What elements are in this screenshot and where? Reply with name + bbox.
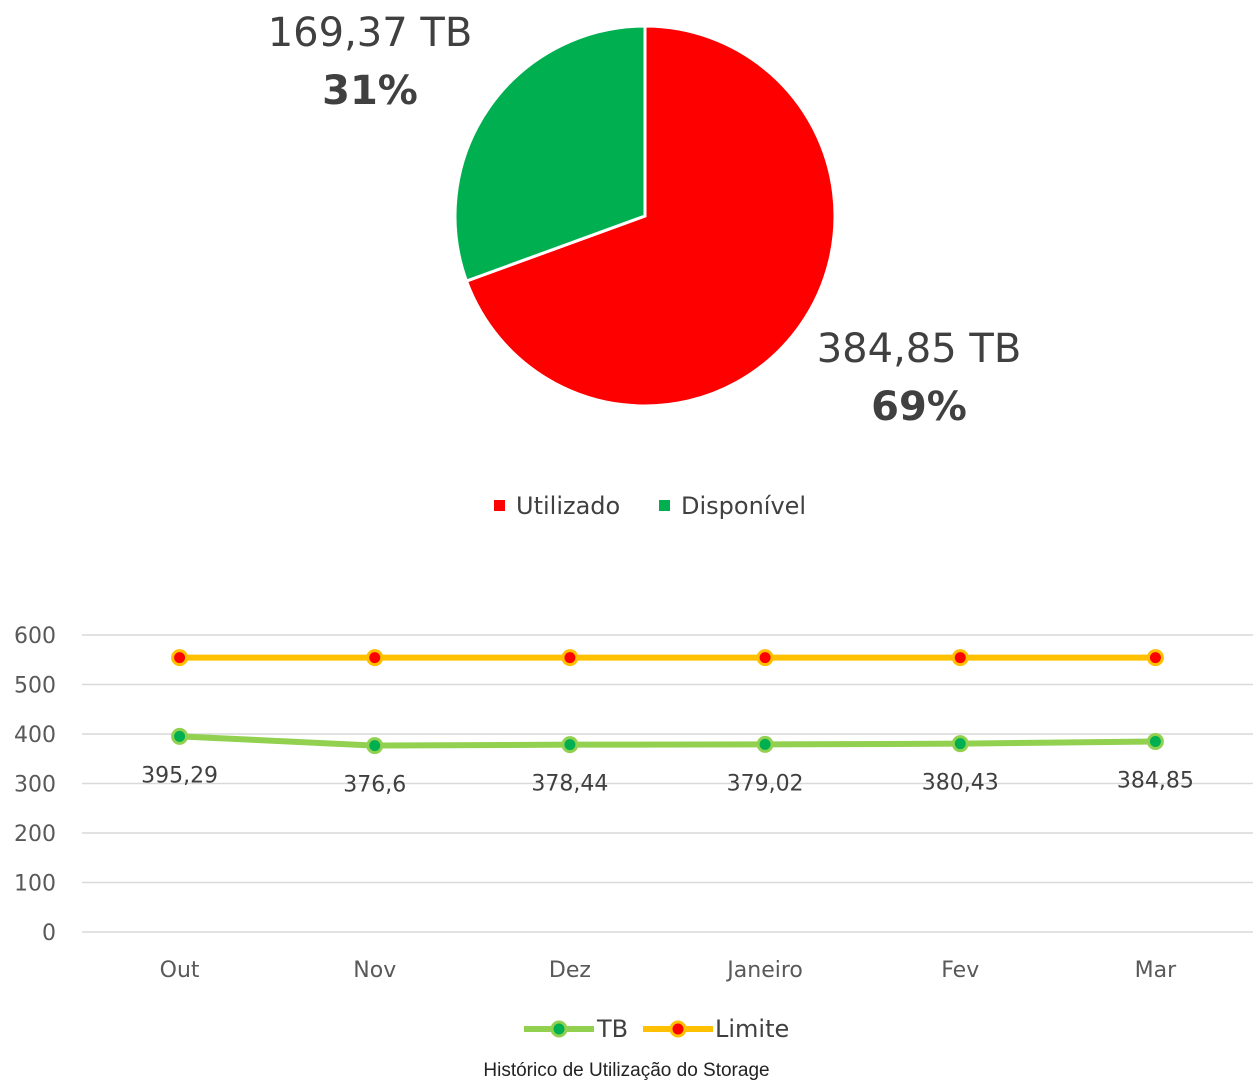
line-chart-series [171, 649, 1164, 755]
line-chart-gridlines [82, 634, 1253, 933]
pie-label-utilizado-value: 384,85 TB [817, 326, 1022, 372]
series-point-limite [951, 649, 969, 667]
y-tick-label: 400 [14, 723, 56, 748]
x-tick-label: Dez [549, 958, 591, 983]
legend-marker-tb [550, 1020, 568, 1038]
data-label-tb: 378,44 [531, 772, 608, 797]
legend-swatch-disponivel [659, 500, 670, 511]
data-label-tb: 380,43 [922, 771, 999, 796]
x-tick-label: Fev [941, 958, 979, 983]
legend-label-tb: TB [596, 1015, 628, 1043]
data-label-tb: 376,6 [343, 773, 406, 798]
legend-label-limite: Limite [715, 1015, 789, 1043]
legend-marker-limite [669, 1020, 687, 1038]
y-tick-label: 0 [42, 921, 56, 946]
series-point-limite [366, 649, 384, 667]
x-tick-label: Mar [1135, 958, 1177, 983]
series-point-limite [1146, 649, 1164, 667]
x-tick-label: Nov [353, 958, 396, 983]
line-legend: TB Limite [524, 1015, 789, 1043]
pie-label-disponivel-value: 169,37 TB [268, 10, 473, 56]
y-tick-label: 600 [14, 624, 56, 649]
chart-caption: Histórico de Utilização do Storage [483, 1060, 770, 1081]
pie-label-disponivel-percent: 31% [322, 68, 418, 114]
series-point-limite [561, 649, 579, 667]
series-line-tb [179, 733, 1156, 749]
x-tick-label: Janeiro [725, 958, 803, 983]
pie-legend: Utilizado Disponível [494, 492, 806, 520]
series-point-tb [171, 727, 189, 745]
y-tick-label: 300 [14, 773, 56, 798]
legend-label-utilizado: Utilizado [516, 492, 620, 520]
x-tick-label: Out [160, 958, 200, 983]
series-point-limite [171, 649, 189, 667]
pie-label-utilizado-percent: 69% [871, 384, 967, 430]
pie-chart [453, 24, 837, 408]
series-point-tb [951, 735, 969, 753]
series-point-tb [1146, 732, 1164, 750]
legend-label-disponivel: Disponível [681, 492, 806, 520]
data-label-tb: 395,29 [141, 763, 218, 788]
series-point-tb [561, 736, 579, 754]
data-label-tb: 384,85 [1117, 768, 1194, 793]
storage-charts: 169,37 TB 31% 384,85 TB 69% Utilizado Di… [14, 10, 1253, 1043]
line-chart-y-axis: 0 100 200 300 400 500 600 [14, 624, 56, 946]
line-chart-x-axis: Out Nov Dez Janeiro Fev Mar [160, 958, 1177, 983]
series-point-tb [756, 735, 774, 753]
y-tick-label: 200 [14, 822, 56, 847]
legend-swatch-utilizado [494, 500, 505, 511]
line-chart-data-labels: 395,29 376,6 378,44 379,02 380,43 384,85 [141, 763, 1194, 797]
series-point-limite [756, 649, 774, 667]
series-point-tb [366, 737, 384, 755]
y-tick-label: 500 [14, 674, 56, 699]
data-label-tb: 379,02 [727, 771, 804, 796]
y-tick-label: 100 [14, 872, 56, 897]
